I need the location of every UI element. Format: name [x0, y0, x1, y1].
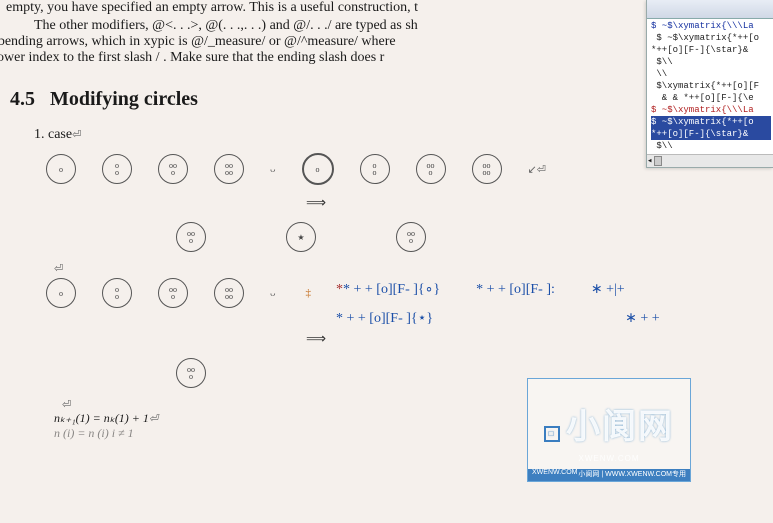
circle-row-2: ooo ★ ooo — [176, 222, 666, 252]
watermark-logo: □小阆网 — [528, 399, 690, 448]
circle-r2-3: ooo — [396, 222, 426, 252]
small-mark-2: ᴗ — [270, 287, 276, 299]
code-line[interactable]: \\ — [651, 68, 771, 80]
arrow-lone-1: ⟹ — [306, 195, 666, 212]
code-line[interactable]: $ ~$\xymatrix{\\\La — [651, 20, 771, 32]
scroll-left-icon[interactable]: ◂ — [647, 155, 652, 167]
scroll-thumb[interactable] — [654, 156, 662, 166]
circle-r3-4: oooo — [214, 278, 244, 308]
watermark-bar-left: XWENW.COM — [532, 469, 578, 481]
pilcrow-icon-3: ⏎ — [54, 262, 666, 275]
document-body: empty, you have specified an empty arrow… — [0, 0, 672, 441]
panel-header[interactable] — [647, 0, 773, 19]
para-line-3: or lower index to the first slash / . Ma… — [0, 50, 384, 65]
code-line[interactable]: $\\ — [651, 140, 771, 152]
pilcrow-icon-5: ⏎ — [149, 413, 158, 425]
code-line[interactable]: $ ~$\xymatrix{\\\La — [651, 104, 771, 116]
marker-orange: ‡ — [306, 287, 312, 299]
watermark-domain: XWENW.COM — [528, 454, 690, 463]
case-line: 1. case⏎ — [34, 127, 666, 143]
circle-stack: oo — [102, 154, 132, 184]
code-line-selected[interactable]: *++[o][F-]{\star}& — [651, 128, 771, 140]
circle-r4-1: ooo — [176, 358, 206, 388]
circle-star: ★ — [286, 222, 316, 252]
code-line[interactable]: $\xymatrix{*++[o][F — [651, 80, 771, 92]
section-number: 4.5 — [10, 88, 35, 110]
code-line[interactable]: & & *++[o][F-]{\e — [651, 92, 771, 104]
small-mark: ᴗ — [270, 163, 276, 175]
circle-row-1: o oo ooo oooo ᴗ o oo ooo oooo ↙⏎ — [46, 153, 666, 185]
watermark-box: □小阆网 XWENW.COM XWENW.COM 小阆网 | WWW.XWENW… — [527, 378, 691, 482]
circle-r3-2: oo — [102, 278, 132, 308]
para-line-1: The other modifiers, @<. . .>, @(. . .,.… — [34, 18, 418, 33]
formula-c: ∗ +|+ — [591, 281, 625, 298]
case-label: case — [48, 127, 72, 142]
formula-a: ** + + [o][F- ]{∘} — [336, 281, 440, 298]
pilcrow-icon-2: ↙⏎ — [528, 163, 546, 176]
paragraph-modifiers: The other modifiers, @<. . .>, @(. . .,.… — [6, 18, 666, 66]
page-root: empty, you have specified an empty arrow… — [0, 0, 773, 523]
arrow-lone-2: ⟹ — [306, 331, 666, 348]
circle-r3-1: o — [46, 278, 76, 308]
circle-single: o — [46, 154, 76, 184]
paragraph-partial-top: empty, you have specified an empty arrow… — [6, 0, 666, 16]
formula-row-1: ** + + [o][F- ]{∘} * + + [o][F- ]: ∗ +|+ — [336, 281, 666, 298]
panel-body[interactable]: $ ~$\xymatrix{\\\La $ ~$\xymatrix{*++[o … — [647, 19, 773, 154]
circle-dbl-4: oooo — [472, 154, 502, 184]
case-number: 1. — [34, 127, 45, 142]
watermark-bar: XWENW.COM 小阆网 | WWW.XWENW.COM专用 — [528, 469, 690, 481]
watermark-bar-right: 小阆网 | WWW.XWENW.COM专用 — [578, 469, 686, 481]
formula2-a: * + + [o][F- ]{⋆} — [336, 310, 433, 327]
formula-b: * + + [o][F- ]: — [476, 282, 555, 298]
formula-row-2: * + + [o][F- ]{⋆} ∗ + + — [336, 310, 666, 327]
circle-dbl2: oooo — [214, 154, 244, 184]
circle-stack-2: oo — [360, 154, 390, 184]
code-line[interactable]: $\\ — [651, 56, 771, 68]
circle-bold-single: o — [302, 153, 334, 185]
para-line-2: for bending arrows, which in xypic is @/… — [0, 34, 396, 49]
formula2-b: ∗ + + — [625, 310, 660, 327]
code-line-selected[interactable]: $ ~$\xymatrix{*++[o — [651, 116, 771, 128]
panel-scrollbar[interactable]: ◂ — [647, 154, 773, 167]
circle-r3-3: ooo — [158, 278, 188, 308]
watermark-square-icon: □ — [544, 426, 560, 442]
section-title-text: Modifying circles — [50, 88, 198, 110]
pilcrow-icon: ⏎ — [72, 129, 81, 141]
code-line[interactable]: $ ~$\xymatrix{*++[o — [651, 32, 771, 44]
circle-r2-1: ooo — [176, 222, 206, 252]
section-heading: 4.5 Modifying circles — [10, 88, 666, 111]
circle-dbl: ooo — [158, 154, 188, 184]
code-panel[interactable]: $ ~$\xymatrix{\\\La $ ~$\xymatrix{*++[o … — [646, 0, 773, 168]
code-line[interactable]: *++[o][F-]{\star}& — [651, 44, 771, 56]
circle-dbl-3: ooo — [416, 154, 446, 184]
